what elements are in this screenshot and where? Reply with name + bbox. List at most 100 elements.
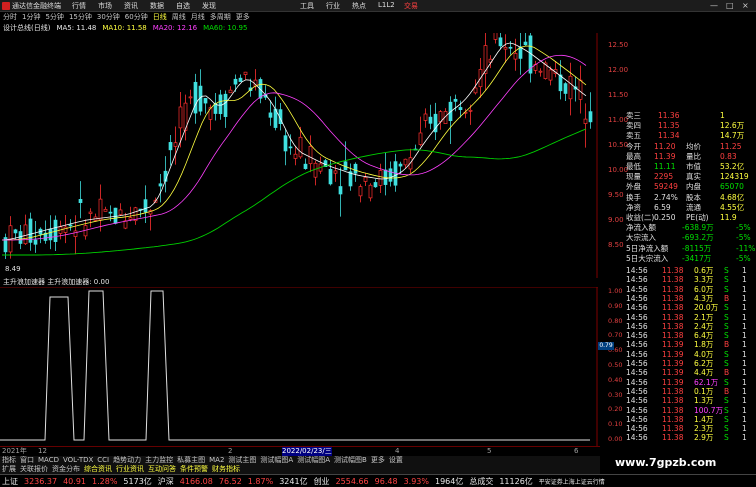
tick-time: 14:56 — [626, 414, 648, 424]
tick-volume: 2.9万 — [694, 433, 714, 443]
menu-item-0[interactable]: 行情 — [72, 1, 86, 11]
indicator-tab-10[interactable]: 测试幅图A — [260, 456, 293, 465]
candle-body — [143, 199, 148, 213]
indicator-tab-14[interactable]: 设置 — [389, 456, 403, 465]
tick-time: 14:56 — [626, 266, 648, 275]
quote-value: 0.250 — [654, 213, 676, 222]
main-menu: 行情 市场 资讯 数据 自选 发现 — [72, 1, 216, 11]
cy-amount: 1964亿 — [434, 476, 464, 486]
tick-row: 14:56 11.38 2.1万 S 1 — [624, 313, 756, 322]
tick-time: 14:56 — [626, 293, 648, 303]
indicator-tab-0[interactable]: 指标 — [2, 456, 16, 465]
sh-change: 40.91 — [63, 476, 86, 486]
period-tab-0[interactable]: 分时 — [3, 12, 17, 23]
period-tab-10[interactable]: 更多 — [236, 12, 250, 23]
candle-body — [303, 163, 308, 169]
maximize-icon[interactable]: □ — [726, 1, 734, 10]
quote-label: 大宗流入 — [626, 233, 656, 243]
info-tab-5[interactable]: 互动问答 — [148, 465, 176, 474]
tick-row: 14:56 11.38 2.4万 S 1 — [624, 322, 756, 331]
menu-item-4[interactable]: 自选 — [176, 1, 190, 11]
center-menu-item-3[interactable]: L1L2 — [378, 1, 395, 11]
period-tab-7[interactable]: 周线 — [172, 12, 186, 23]
indicator-tab-7[interactable]: 私募主图 — [177, 456, 205, 465]
minimize-icon[interactable]: — — [710, 1, 718, 10]
indicator-tab-5[interactable]: 趋势动力 — [113, 456, 141, 465]
quote-row: 换手 2.74% 股本 4.68亿 — [624, 193, 756, 202]
indicator-tab-4[interactable]: CCI — [97, 456, 109, 465]
quote-value: 59249 — [654, 182, 678, 192]
indicator-tab-9[interactable]: 测试主图 — [228, 456, 256, 465]
quote-label2: 量比 — [686, 151, 701, 161]
menu-item-2[interactable]: 资讯 — [124, 1, 138, 11]
tick-row: 14:56 11.39 62.1万 S 1 — [624, 378, 756, 387]
candle-body — [548, 69, 553, 81]
hs-pct: 1.87% — [247, 476, 274, 486]
candle-body — [578, 79, 583, 100]
candlestick-chart[interactable]: 8.49 — [0, 33, 598, 278]
candle-body — [363, 177, 368, 182]
info-tab-3[interactable]: 综合资讯 — [84, 465, 112, 474]
candle-body — [513, 53, 518, 60]
sub-indicator-chart[interactable] — [0, 287, 598, 446]
period-tab-3[interactable]: 15分钟 — [69, 12, 92, 23]
info-tab-4[interactable]: 行业资讯 — [116, 465, 144, 474]
center-menu-item-2[interactable]: 热点 — [352, 1, 366, 11]
info-tab-0[interactable]: 扩展 — [2, 465, 16, 474]
period-tab-1[interactable]: 1分钟 — [22, 12, 40, 23]
info-tab-7[interactable]: 财务指标 — [212, 465, 240, 474]
indicator-tab-11[interactable]: 测试幅图A — [297, 456, 330, 465]
trade-menu[interactable]: 交易 — [404, 1, 418, 11]
tick-price: 11.38 — [662, 433, 684, 443]
quote-value: -3417万 — [682, 253, 712, 263]
tick-volume: 4.3万 — [694, 293, 714, 303]
date-label: 2021年 — [2, 447, 27, 455]
indicator-tab-8[interactable]: MA2 — [209, 456, 224, 465]
tick-direction: S — [724, 359, 729, 368]
indicator-tab-13[interactable]: 更多 — [371, 456, 385, 465]
period-tab-6[interactable]: 日线 — [153, 12, 167, 23]
sh-amount: 5173亿 — [123, 476, 152, 486]
indicator-tab-6[interactable]: 主力监控 — [145, 456, 173, 465]
quote-row: 净资 6.59 流通 4.55亿 — [624, 203, 756, 212]
quote-value2: 4.55亿 — [720, 202, 745, 212]
menu-item-5[interactable]: 发现 — [202, 1, 216, 11]
menu-item-3[interactable]: 数据 — [150, 1, 164, 11]
indicator-tab-12[interactable]: 测试幅图B — [334, 456, 367, 465]
indicator-tab-3[interactable]: VOL-TDX — [63, 456, 93, 465]
indicator-tab-2[interactable]: MACD — [38, 456, 59, 465]
period-tab-2[interactable]: 5分钟 — [45, 12, 63, 23]
info-tab-1[interactable]: 关联报价 — [20, 465, 48, 474]
candle-body — [203, 98, 208, 104]
menu-item-1[interactable]: 市场 — [98, 1, 112, 11]
tick-direction: S — [724, 377, 729, 387]
tick-direction: S — [724, 424, 729, 434]
period-tab-8[interactable]: 月线 — [191, 12, 205, 23]
tick-volume: 100.7万 — [694, 405, 723, 415]
close-icon[interactable]: × — [742, 1, 749, 10]
quote-value: 11.20 — [654, 141, 676, 151]
watermark: www.7gpzb.com — [615, 456, 717, 469]
tick-price: 11.39 — [662, 377, 684, 387]
center-menu-item-1[interactable]: 行业 — [326, 1, 340, 11]
price-tick: 12.00 — [608, 66, 629, 74]
candle-body — [118, 209, 123, 215]
period-tab-4[interactable]: 30分钟 — [97, 12, 120, 23]
tick-count: 1 — [742, 284, 747, 294]
quote-label: 卖四 — [626, 121, 641, 131]
center-menu-item-0[interactable]: 工具 — [300, 1, 314, 11]
tick-direction: B — [724, 340, 730, 350]
info-tab-6[interactable]: 条件预警 — [180, 465, 208, 474]
period-tab-9[interactable]: 多周期 — [210, 12, 231, 23]
cy-change: 96.48 — [374, 476, 398, 486]
tick-price: 11.38 — [662, 312, 684, 322]
period-tab-5[interactable]: 60分钟 — [125, 12, 148, 23]
quote-value: 11.36 — [658, 111, 680, 120]
candle-body — [193, 81, 198, 114]
info-tab-2[interactable]: 资金分布 — [52, 465, 80, 474]
tick-direction: S — [724, 303, 729, 313]
tick-row: 14:56 11.38 100.7万 S 1 — [624, 406, 756, 415]
indicator-tab-1[interactable]: 窗口 — [20, 456, 34, 465]
tick-list[interactable]: 14:56 11.38 0.6万 S 1 14:56 11.38 3.3万 S 1 14:56 11.… — [624, 266, 756, 446]
sub-tick: 0.00 — [608, 435, 623, 443]
